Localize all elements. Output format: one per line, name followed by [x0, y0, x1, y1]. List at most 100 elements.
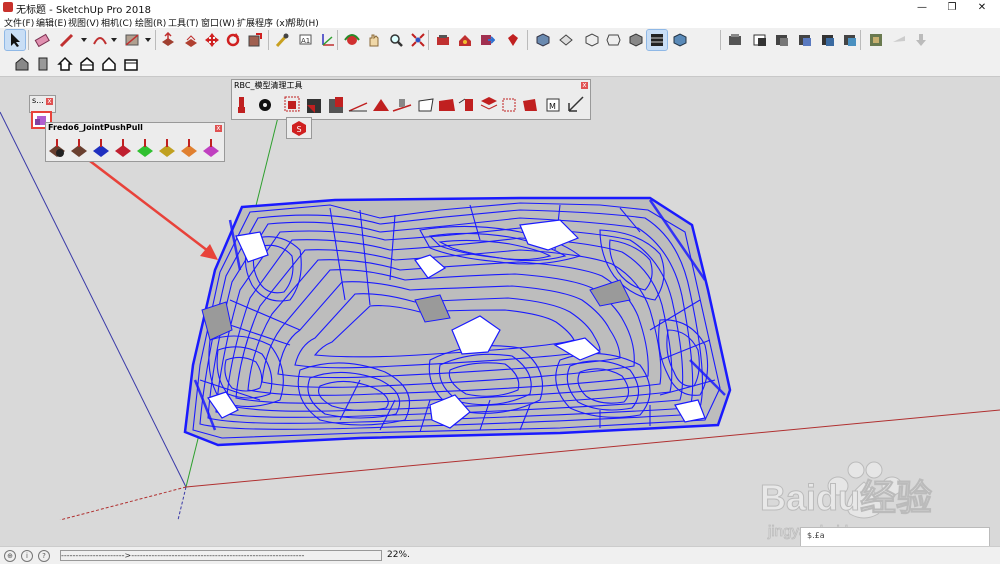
shape-dropdown-icon[interactable]	[140, 30, 160, 50]
svg-text:A1: A1	[301, 37, 310, 45]
top-view-icon[interactable]	[556, 30, 576, 50]
text-icon[interactable]: A1	[295, 30, 315, 50]
toolbar-separator	[527, 30, 528, 50]
red-axis-negative	[59, 486, 187, 520]
normal-push-pull-icon	[93, 139, 109, 157]
geo-location-icon[interactable]: ⊕	[4, 550, 16, 562]
toolbar-separator	[860, 30, 861, 50]
maximize-button[interactable]: ❐	[937, 0, 967, 15]
rotate-icon[interactable]	[223, 30, 243, 50]
rbc-panel-close-icon[interactable]: x	[581, 82, 588, 89]
select-icon[interactable]	[4, 29, 26, 51]
joint-push-pull-icon	[49, 139, 65, 157]
measurements-label: $.£a	[807, 531, 825, 540]
svg-text:M: M	[549, 102, 556, 111]
push-pull-icon[interactable]	[158, 30, 178, 50]
front-view-icon[interactable]	[582, 30, 602, 50]
style2-icon[interactable]	[772, 30, 792, 50]
extension-warehouse-icon[interactable]	[477, 30, 497, 50]
section-icon[interactable]	[866, 30, 886, 50]
fredo6-jointpushpull-panel[interactable]: Fredo6_JointPushPull x	[45, 122, 225, 162]
house-icon[interactable]	[55, 54, 75, 74]
secondary-toolbar	[0, 53, 1000, 77]
house2-icon[interactable]	[77, 54, 97, 74]
rbc-sub-panel[interactable]: S	[286, 117, 312, 139]
status-bar: ⊕ i ? ---------------------->-----------…	[0, 546, 1000, 564]
undo-push-icon	[203, 139, 219, 157]
user-account-icon[interactable]: ?	[38, 550, 50, 562]
toolbar-separator	[155, 30, 156, 50]
shape-icon[interactable]	[122, 30, 142, 50]
warehouse-icon[interactable]	[12, 54, 32, 74]
menu-bar: 文件(F) 编辑(E) 视图(V) 相机(C) 绘图(R) 工具(T) 窗口(W…	[0, 15, 1000, 29]
measurements-box[interactable]: $.£a	[800, 527, 990, 547]
move-icon[interactable]	[202, 30, 222, 50]
eraser-icon[interactable]	[32, 30, 52, 50]
credits-icon[interactable]: i	[21, 550, 33, 562]
orbit-icon[interactable]	[342, 30, 362, 50]
material-m-icon: M	[546, 98, 560, 112]
ruby-icon[interactable]	[503, 30, 523, 50]
back-view-icon[interactable]	[626, 30, 646, 50]
offset-push-icon	[181, 139, 197, 157]
cylinder-icon	[458, 98, 473, 111]
extrude-icon	[115, 139, 131, 157]
zoom-extents-icon[interactable]	[408, 30, 428, 50]
rbc-model-cleanup-panel[interactable]: RBC_模型清理工具 x M	[231, 79, 591, 120]
settings-gear-icon	[259, 99, 271, 111]
style5-icon[interactable]	[840, 30, 860, 50]
iso-view-icon[interactable]	[533, 30, 553, 50]
small-panel-close-icon[interactable]: x	[46, 98, 53, 105]
zoom-level: 22%.	[387, 550, 410, 560]
title-bar: 无标题 - SketchUp Pro 2018 — ❐ ✕	[0, 0, 1000, 16]
axes-arrows-icon	[568, 96, 584, 112]
rbc-tool-row[interactable]: M	[233, 93, 589, 117]
zoom-icon[interactable]	[386, 30, 406, 50]
offset-icon[interactable]	[181, 30, 201, 50]
import-icon[interactable]	[889, 30, 909, 50]
pan-icon[interactable]	[364, 30, 384, 50]
scale-icon[interactable]	[245, 30, 265, 50]
window-title: 无标题 - SketchUp Pro 2018	[16, 5, 151, 16]
status-progress: ---------------------->-----------------…	[60, 550, 382, 561]
axes-icon[interactable]	[318, 30, 338, 50]
fredo-tool-row[interactable]	[47, 137, 223, 159]
dashed-box-icon	[284, 96, 300, 112]
fredo-panel-close-icon[interactable]: x	[215, 125, 222, 132]
house3-icon[interactable]	[99, 54, 119, 74]
terrain-contour-model[interactable]	[183, 196, 732, 447]
toolbar-separator	[337, 30, 338, 50]
rbc-panel-title: RBC_模型清理工具	[234, 81, 303, 90]
main-toolbar: A1	[0, 28, 1000, 54]
component-icon[interactable]	[433, 30, 453, 50]
toolbar-separator	[28, 30, 29, 50]
small-panel-title: s...	[32, 96, 44, 105]
style-icon[interactable]	[750, 30, 770, 50]
sketchup-logo-icon	[3, 2, 13, 12]
component-dashed-icon	[502, 98, 516, 112]
watermark-brand: Baidu经验	[760, 477, 932, 518]
shaded-icon[interactable]	[725, 30, 745, 50]
close-button[interactable]: ✕	[967, 0, 997, 15]
follow-icon	[159, 139, 175, 157]
export-icon[interactable]	[911, 30, 931, 50]
tape-measure-icon[interactable]	[272, 30, 292, 50]
edges-icon	[348, 102, 368, 112]
xray-icon[interactable]	[670, 30, 690, 50]
house4-icon[interactable]	[121, 54, 141, 74]
door-icon[interactable]	[33, 54, 53, 74]
pencil-icon[interactable]	[57, 30, 77, 50]
trash-icon	[399, 99, 405, 107]
left-view-icon[interactable]	[646, 29, 668, 51]
blue-axis-negative	[177, 486, 187, 520]
cube-red-icon	[329, 97, 343, 113]
3d-warehouse-icon[interactable]	[455, 30, 475, 50]
minimize-button[interactable]: —	[907, 0, 937, 15]
style3-icon[interactable]	[795, 30, 815, 50]
style4-icon[interactable]	[818, 30, 838, 50]
layers-icon	[480, 97, 498, 110]
red-face-icon	[439, 99, 455, 111]
toolbar-separator	[428, 30, 429, 50]
right-view-icon[interactable]	[604, 30, 624, 50]
fredo-panel-title: Fredo6_JointPushPull	[48, 123, 143, 132]
